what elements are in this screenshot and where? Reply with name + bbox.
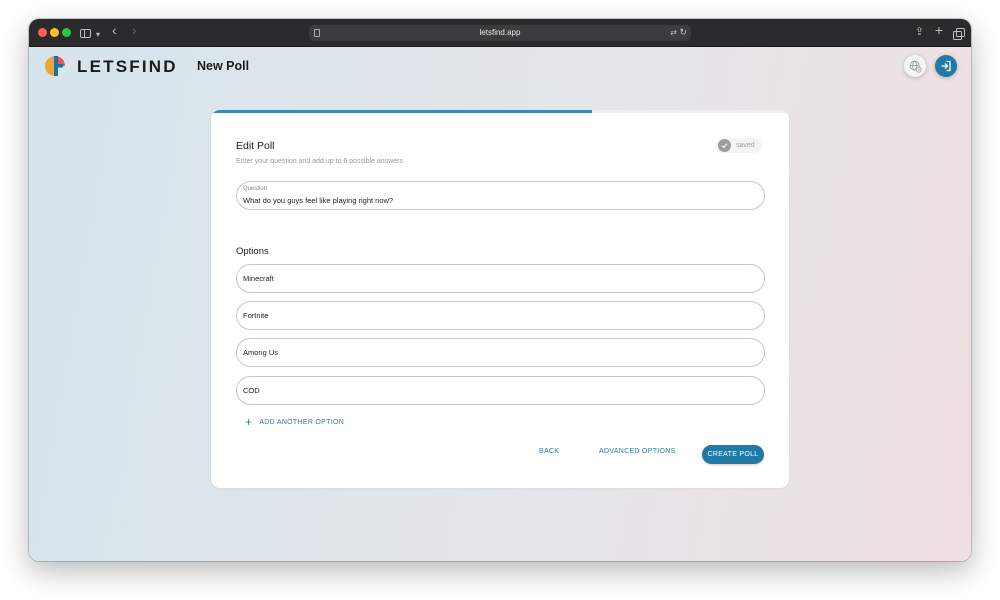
saved-status-text: saved xyxy=(736,142,755,149)
new-tab-icon[interactable]: + xyxy=(935,23,943,37)
sidebar-toggle-icon[interactable] xyxy=(80,29,91,38)
back-arrow-icon[interactable]: ‹ xyxy=(112,23,117,37)
reload-icon[interactable]: ↻ xyxy=(679,27,687,38)
globe-icon xyxy=(909,60,922,73)
progress-bar-fill xyxy=(211,110,593,113)
close-window-button[interactable] xyxy=(38,28,47,37)
options-heading: Options xyxy=(236,246,269,257)
question-value[interactable]: What do you guys feel like playing right… xyxy=(243,196,393,205)
check-icon xyxy=(718,139,731,152)
card-subtitle: Enter your question and add up to 6 poss… xyxy=(236,158,403,165)
address-bar[interactable]: letsfind.app ⇄ ↻ xyxy=(309,25,691,41)
chevron-down-icon[interactable]: ▾ xyxy=(96,29,100,40)
option-input[interactable]: Among Us xyxy=(236,338,765,367)
saved-status-badge: saved xyxy=(716,138,762,153)
progress-bar xyxy=(211,110,789,113)
create-poll-label: CREATE POLL xyxy=(707,451,759,458)
translate-icon[interactable]: ⇄ xyxy=(670,28,677,37)
back-button[interactable]: BACK xyxy=(539,448,559,455)
browser-window: ▾ ‹ › letsfind.app ⇄ ↻ ⇪ + LETSFIND New … xyxy=(29,19,971,561)
option-value[interactable]: Minecraft xyxy=(243,265,274,292)
brand-name[interactable]: LETSFIND xyxy=(77,57,178,77)
option-value[interactable]: COD xyxy=(243,377,260,404)
login-icon xyxy=(941,60,951,72)
forward-arrow-icon[interactable]: › xyxy=(132,23,137,37)
minimize-window-button[interactable] xyxy=(50,28,59,37)
language-button[interactable] xyxy=(904,55,926,77)
browser-toolbar: ▾ ‹ › letsfind.app ⇄ ↻ ⇪ + xyxy=(29,19,971,47)
edit-poll-card: Edit Poll Enter your question and add up… xyxy=(211,110,789,488)
option-value[interactable]: Among Us xyxy=(243,339,278,366)
login-button[interactable] xyxy=(935,55,957,77)
add-option-button[interactable]: + ADD ANOTHER OPTION xyxy=(245,415,345,429)
url-text: letsfind.app xyxy=(479,28,521,37)
plus-icon: + xyxy=(245,415,253,429)
option-input[interactable]: Fortnite xyxy=(236,301,765,330)
question-label: Question xyxy=(243,186,268,192)
create-poll-button[interactable]: CREATE POLL xyxy=(702,445,764,464)
card-title: Edit Poll xyxy=(236,140,275,152)
question-input[interactable]: Question What do you guys feel like play… xyxy=(236,181,765,210)
letsfind-logo-icon[interactable] xyxy=(43,54,67,78)
advanced-options-button[interactable]: ADVANCED OPTIONS xyxy=(599,448,676,455)
add-option-label: ADD ANOTHER OPTION xyxy=(259,418,345,426)
option-input[interactable]: Minecraft xyxy=(236,264,765,293)
page-title: New Poll xyxy=(197,59,250,73)
zoom-window-button[interactable] xyxy=(62,28,71,37)
option-value[interactable]: Fortnite xyxy=(243,302,268,329)
tab-overview-icon[interactable] xyxy=(953,28,965,40)
share-icon[interactable]: ⇪ xyxy=(915,27,924,38)
option-input[interactable]: COD xyxy=(236,376,765,405)
